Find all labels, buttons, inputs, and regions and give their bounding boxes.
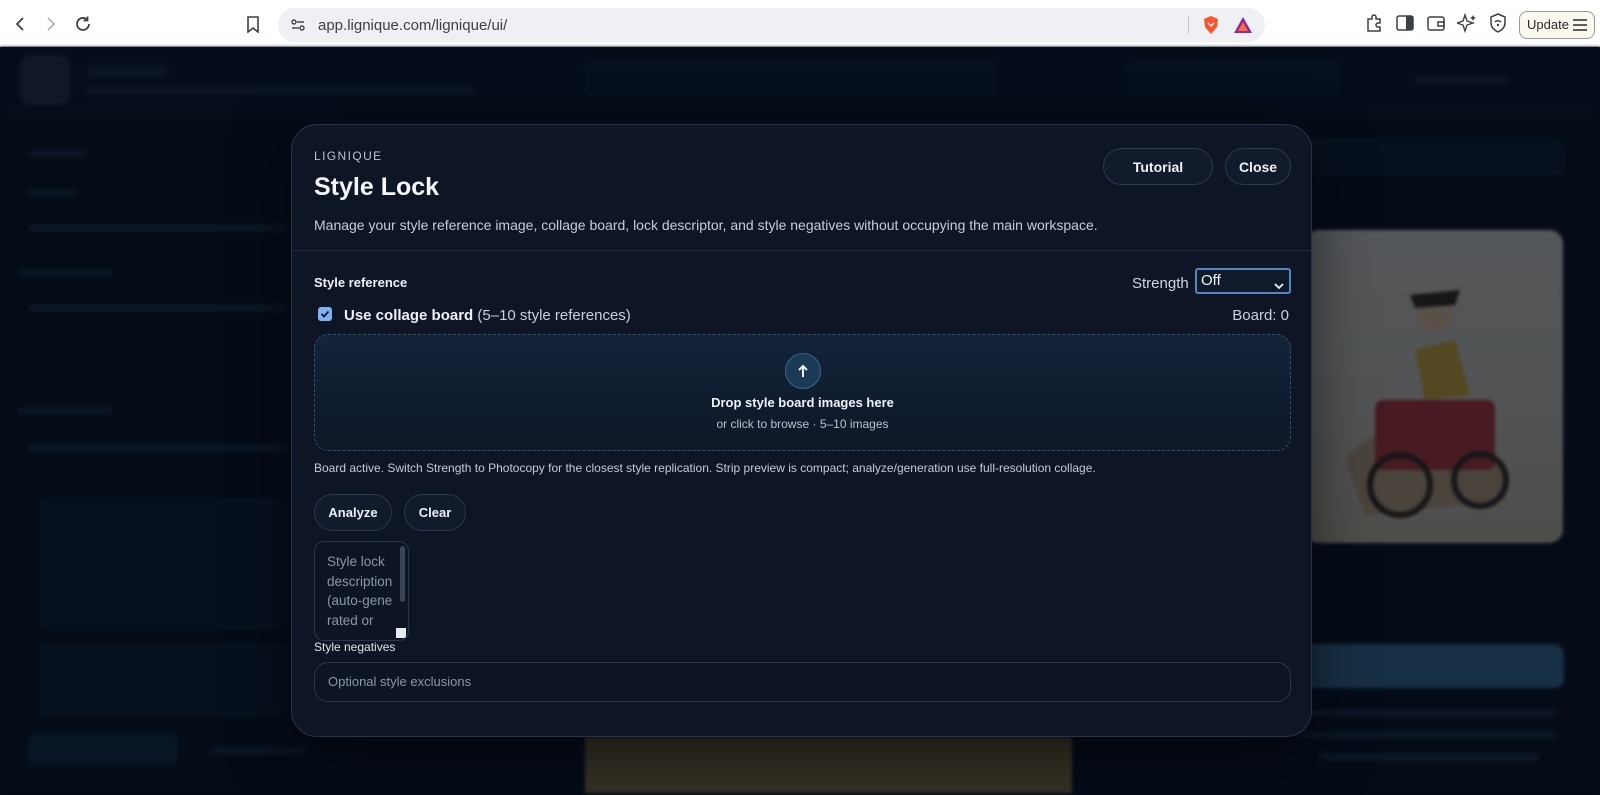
textarea-scrollbar[interactable] bbox=[400, 546, 405, 602]
checkmark-icon bbox=[320, 310, 330, 318]
leo-ai-icon[interactable] bbox=[1457, 13, 1479, 35]
strength-select[interactable]: Off bbox=[1195, 268, 1291, 294]
use-collage-checkbox[interactable] bbox=[318, 307, 332, 321]
header-divider bbox=[292, 250, 1311, 251]
menu-icon[interactable] bbox=[1572, 18, 1588, 32]
board-status-hint: Board active. Switch Strength to Photoco… bbox=[314, 461, 1096, 475]
update-button[interactable]: Update bbox=[1519, 11, 1595, 39]
tutorial-button[interactable]: Tutorial bbox=[1103, 148, 1213, 185]
vpn-shield-icon[interactable] bbox=[1488, 13, 1510, 35]
extensions-icon[interactable] bbox=[1364, 13, 1386, 35]
board-count: Board: 0 bbox=[1232, 307, 1289, 324]
modal-eyebrow: LIGNIQUE bbox=[314, 149, 383, 163]
strength-label: Strength bbox=[1132, 275, 1189, 292]
site-settings-icon[interactable] bbox=[290, 17, 306, 33]
address-bar[interactable]: app.lignique.com/lignique/ui/ bbox=[278, 8, 1265, 42]
forward-icon[interactable] bbox=[39, 12, 63, 36]
sidebar-icon[interactable] bbox=[1395, 13, 1417, 35]
brave-shields-icon[interactable] bbox=[1201, 15, 1221, 35]
description-placeholder: Style lock description (auto-generated o… bbox=[327, 554, 393, 628]
brave-rewards-icon[interactable] bbox=[1233, 16, 1253, 34]
use-collage-hint: (5–10 style references) bbox=[477, 307, 631, 324]
style-negatives-input[interactable]: Optional style exclusions bbox=[314, 662, 1291, 702]
style-reference-label: Style reference bbox=[314, 275, 408, 290]
analyze-button[interactable]: Analyze bbox=[314, 494, 392, 531]
use-collage-title: Use collage board bbox=[344, 307, 474, 324]
upload-icon bbox=[785, 353, 821, 389]
reload-icon[interactable] bbox=[71, 12, 95, 36]
clear-button[interactable]: Clear bbox=[404, 494, 466, 531]
url-divider bbox=[1188, 16, 1189, 34]
wallet-icon[interactable] bbox=[1426, 13, 1448, 35]
update-label: Update bbox=[1527, 17, 1569, 32]
modal-description: Manage your style reference image, colla… bbox=[314, 217, 1098, 233]
back-icon[interactable] bbox=[8, 12, 32, 36]
style-description-textarea[interactable]: Style lock description (auto-generated o… bbox=[314, 541, 409, 641]
strength-value: Off bbox=[1201, 272, 1221, 289]
use-collage-label[interactable]: Use collage board (5–10 style references… bbox=[344, 307, 631, 324]
dropzone-subtitle: or click to browse · 5–10 images bbox=[716, 417, 889, 431]
style-lock-modal: LIGNIQUE Style Lock Manage your style re… bbox=[291, 124, 1312, 737]
chevron-down-icon bbox=[1274, 276, 1284, 298]
style-board-dropzone[interactable]: Drop style board images here or click to… bbox=[314, 334, 1291, 451]
close-button[interactable]: Close bbox=[1225, 148, 1291, 185]
dropzone-title: Drop style board images here bbox=[711, 395, 894, 410]
url-text[interactable]: app.lignique.com/lignique/ui/ bbox=[318, 17, 507, 34]
resize-handle-icon[interactable] bbox=[396, 628, 406, 638]
modal-title: Style Lock bbox=[314, 173, 440, 201]
browser-toolbar: app.lignique.com/lignique/ui/ Update bbox=[0, 0, 1600, 47]
style-negatives-label: Style negatives bbox=[314, 640, 396, 654]
bookmark-icon[interactable] bbox=[241, 12, 265, 36]
